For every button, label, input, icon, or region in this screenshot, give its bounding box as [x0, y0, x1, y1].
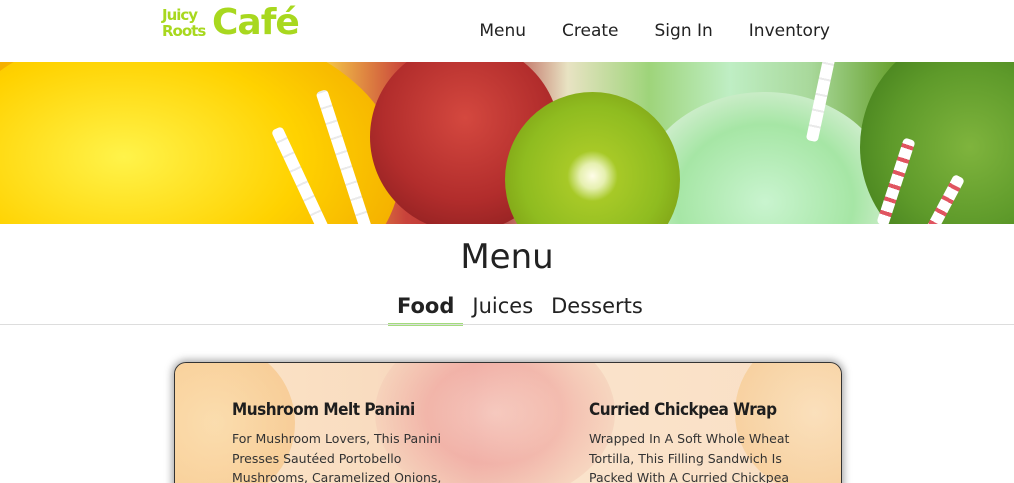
- site-header: Juicy Roots Café Menu Create Sign In Inv…: [0, 0, 1014, 62]
- menu-item-description: For Mushroom Lovers, This Panini Presses…: [232, 431, 442, 483]
- menu-page-title: Menu: [460, 237, 554, 277]
- hero-banner-image: [0, 62, 1014, 224]
- menu-category-tabs: Food Juices Desserts: [388, 290, 652, 326]
- nav-link-sign-in[interactable]: Sign In: [655, 20, 713, 42]
- main-nav: Menu Create Sign In Inventory: [479, 20, 830, 42]
- logo-text-cafe: Café: [212, 2, 300, 43]
- nav-link-create[interactable]: Create: [562, 20, 619, 42]
- nav-link-inventory[interactable]: Inventory: [749, 20, 830, 42]
- menu-item-name: Curried Chickpea Wrap: [589, 400, 777, 420]
- nav-link-menu[interactable]: Menu: [479, 20, 526, 42]
- logo-text-juicy: Juicy: [162, 6, 198, 24]
- menu-item-name: Mushroom Melt Panini: [232, 400, 415, 420]
- menu-item[interactable]: Mushroom Melt Panini For Mushroom Lovers…: [232, 399, 442, 483]
- tab-juices[interactable]: Juices: [463, 290, 542, 326]
- menu-item[interactable]: Curried Chickpea Wrap Wrapped In A Soft …: [589, 399, 799, 483]
- tabs-divider: [0, 324, 1014, 325]
- brand-logo[interactable]: Juicy Roots Café: [162, 2, 302, 48]
- menu-item-description: Wrapped In A Soft Whole Wheat Tortilla, …: [589, 431, 790, 483]
- menu-items-card: Mushroom Melt Panini For Mushroom Lovers…: [174, 362, 842, 483]
- logo-text-roots: Roots: [162, 22, 206, 40]
- tab-food[interactable]: Food: [388, 290, 464, 326]
- tab-desserts[interactable]: Desserts: [542, 290, 652, 326]
